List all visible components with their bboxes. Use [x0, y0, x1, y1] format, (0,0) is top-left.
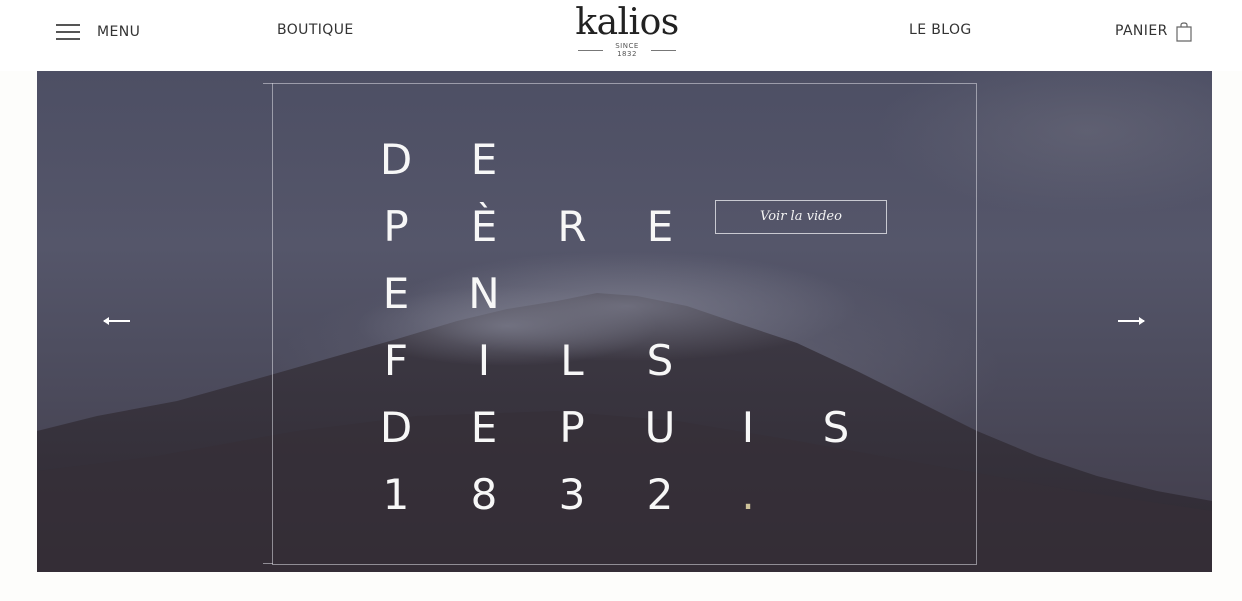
headline-letter: N	[468, 269, 500, 318]
logo[interactable]: kalios SINCE 1832	[574, 2, 680, 59]
headline-letter: L	[560, 336, 584, 385]
nav-boutique-link[interactable]: BOUTIQUE	[277, 22, 354, 38]
headline: D E P È R E E N F I L S D E P U I S 1 8 …	[37, 71, 1212, 572]
hamburger-icon[interactable]	[56, 22, 80, 42]
site-header: MENU BOUTIQUE kalios SINCE 1832 LE BLOG …	[0, 0, 1242, 71]
logo-wordmark: kalios	[575, 2, 679, 43]
headline-letter: D	[379, 135, 413, 184]
headline-letter: È	[470, 202, 498, 251]
menu-label[interactable]: MENU	[97, 24, 140, 40]
headline-letter: S	[646, 336, 674, 385]
headline-letter: U	[644, 403, 676, 452]
menu-button[interactable]: MENU	[56, 20, 140, 44]
logo-since-text: SINCE 1832	[574, 42, 680, 58]
arrow-right-icon[interactable]	[1117, 311, 1147, 331]
headline-letter: P	[383, 202, 409, 251]
headline-letter: F	[383, 336, 409, 385]
watch-video-button[interactable]: Voir la video	[715, 200, 887, 234]
nav-blog-link[interactable]: LE BLOG	[909, 22, 972, 38]
headline-digit: 1	[382, 470, 410, 519]
shopping-bag-icon[interactable]	[1175, 22, 1193, 42]
hero-banner: D E P È R E E N F I L S D E P U I S 1 8 …	[37, 71, 1212, 572]
headline-letter: E	[470, 403, 498, 452]
headline-letter: S	[822, 403, 850, 452]
headline-letter: E	[470, 135, 498, 184]
headline-digit: 8	[470, 470, 498, 519]
headline-letter: D	[379, 403, 413, 452]
headline-letter: I	[741, 403, 755, 452]
cart-link[interactable]: PANIER	[1115, 23, 1168, 39]
headline-letter: R	[557, 202, 587, 251]
headline-letter: E	[646, 202, 674, 251]
headline-digit: 3	[558, 470, 586, 519]
headline-letter: P	[559, 403, 585, 452]
headline-digit: 2	[646, 470, 674, 519]
arrow-left-icon[interactable]	[101, 311, 131, 331]
headline-letter: E	[382, 269, 410, 318]
headline-letter: I	[477, 336, 491, 385]
headline-accent-dot: .	[741, 470, 755, 519]
